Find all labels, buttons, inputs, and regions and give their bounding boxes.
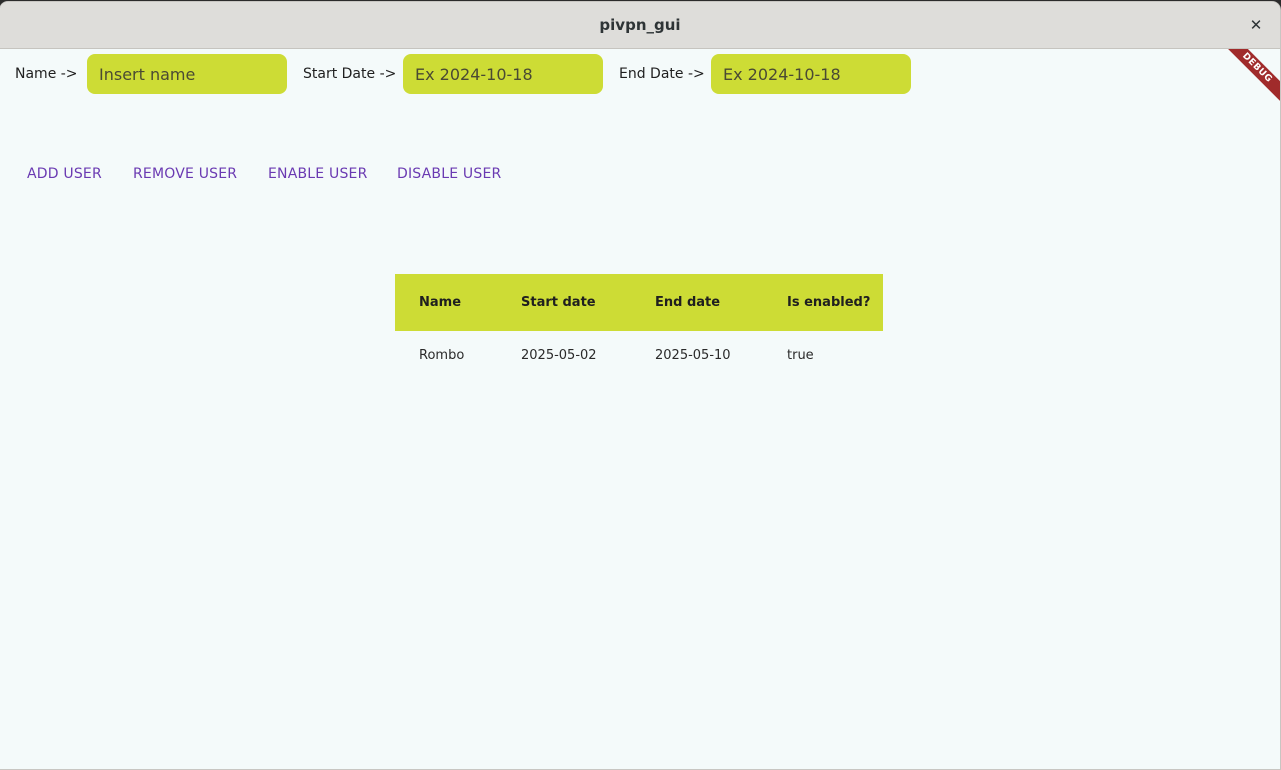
name-label: Name -> [15, 66, 78, 82]
start-date-label: Start Date -> [303, 66, 397, 82]
column-header-start-date: Start date [521, 295, 596, 310]
cell-start-date: 2025-05-02 [521, 348, 597, 363]
title-bar[interactable]: pivpn_gui ✕ [0, 2, 1280, 49]
cell-is-enabled: true [787, 348, 814, 363]
end-date-input[interactable] [711, 54, 911, 94]
table-header: Name Start date End date Is enabled? [395, 274, 883, 331]
add-user-button[interactable]: ADD USER [27, 166, 102, 182]
end-date-label: End Date -> [619, 66, 705, 82]
remove-user-button[interactable]: REMOVE USER [133, 166, 237, 182]
column-header-end-date: End date [655, 295, 721, 310]
app-window: pivpn_gui ✕ Name -> Start Date -> End Da… [0, 2, 1280, 769]
users-table: Name Start date End date Is enabled? Rom… [395, 274, 883, 379]
window-title: pivpn_gui [599, 16, 681, 34]
start-date-input[interactable] [403, 54, 603, 94]
close-icon[interactable]: ✕ [1244, 13, 1268, 37]
table-row[interactable]: Rombo 2025-05-02 2025-05-10 true [395, 331, 883, 379]
name-input[interactable] [87, 54, 287, 94]
debug-banner: DEBUG [1220, 49, 1280, 109]
cell-end-date: 2025-05-10 [655, 348, 731, 363]
enable-user-button[interactable]: ENABLE USER [268, 166, 368, 182]
column-header-name: Name [419, 295, 462, 310]
column-header-is-enabled: Is enabled? [787, 295, 871, 310]
debug-label: DEBUG [1220, 49, 1280, 105]
main-content: Name -> Start Date -> End Date -> ADD US… [0, 49, 1280, 769]
cell-name: Rombo [419, 348, 465, 363]
disable-user-button[interactable]: DISABLE USER [397, 166, 501, 182]
